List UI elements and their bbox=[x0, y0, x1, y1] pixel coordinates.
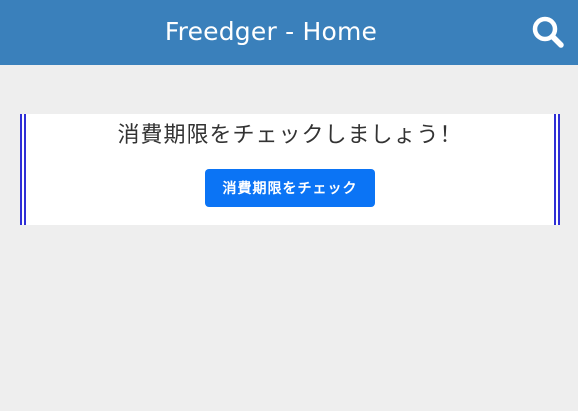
expiry-check-card: 消費期限をチェックしましょう！ 消費期限をチェック bbox=[20, 114, 560, 225]
search-button[interactable] bbox=[526, 10, 570, 54]
check-expiry-button[interactable]: 消費期限をチェック bbox=[205, 169, 375, 207]
card-heading: 消費期限をチェックしましょう！ bbox=[117, 123, 463, 148]
app-header: Freedger - Home bbox=[0, 0, 578, 65]
app-title: Freedger - Home bbox=[164, 17, 378, 46]
search-icon bbox=[532, 16, 564, 48]
